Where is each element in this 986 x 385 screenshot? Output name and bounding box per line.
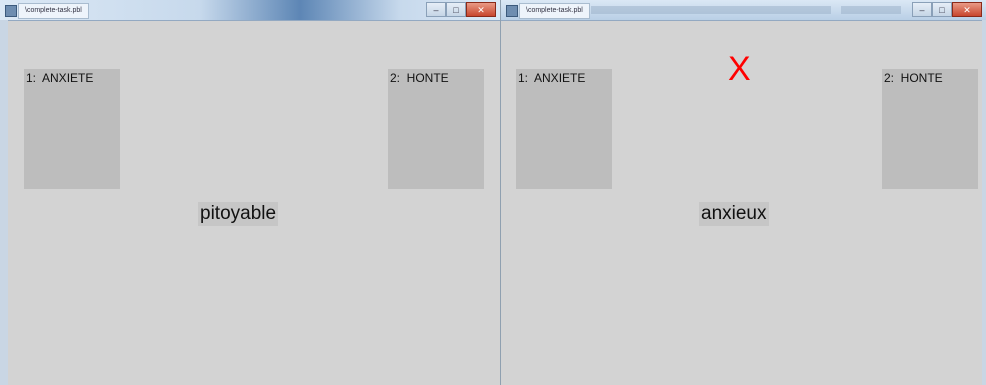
window-border [982, 20, 986, 385]
left-title-bar[interactable]: \complete-task.pbl – □ ✕ [0, 0, 500, 21]
right-window: \complete-task.pbl – □ ✕ 1: ANXIETE 2: H… [501, 0, 986, 385]
category-label-honte: 2: HONTE [884, 71, 943, 85]
left-window-title: \complete-task.pbl [18, 3, 89, 19]
category-label-anxiete: 1: ANXIETE [518, 71, 586, 85]
category-box-honte: 2: HONTE [882, 69, 978, 189]
category-box-anxiete: 1: ANXIETE [516, 69, 612, 189]
right-title-bar[interactable]: \complete-task.pbl – □ ✕ [501, 0, 986, 21]
minimize-button[interactable]: – [912, 2, 932, 17]
maximize-button[interactable]: □ [932, 2, 952, 17]
category-box-honte: 2: HONTE [388, 69, 484, 189]
title-bar-text [841, 6, 901, 14]
category-label-anxiete: 1: ANXIETE [26, 71, 94, 85]
close-button[interactable]: ✕ [466, 2, 496, 17]
error-feedback-x: X [728, 50, 751, 88]
right-window-title: \complete-task.pbl [519, 3, 590, 19]
window-border [0, 20, 8, 385]
close-button[interactable]: ✕ [952, 2, 982, 17]
minimize-button[interactable]: – [426, 2, 446, 17]
app-icon [5, 5, 17, 17]
app-icon [506, 5, 518, 17]
title-bar-text [591, 6, 831, 14]
category-box-anxiete: 1: ANXIETE [24, 69, 120, 189]
maximize-button[interactable]: □ [446, 2, 466, 17]
left-window: \complete-task.pbl – □ ✕ 1: ANXIETE 2: H… [0, 0, 501, 385]
stimulus-word: pitoyable [198, 202, 279, 226]
category-label-honte: 2: HONTE [390, 71, 449, 85]
stimulus-word: anxieux [699, 202, 769, 226]
